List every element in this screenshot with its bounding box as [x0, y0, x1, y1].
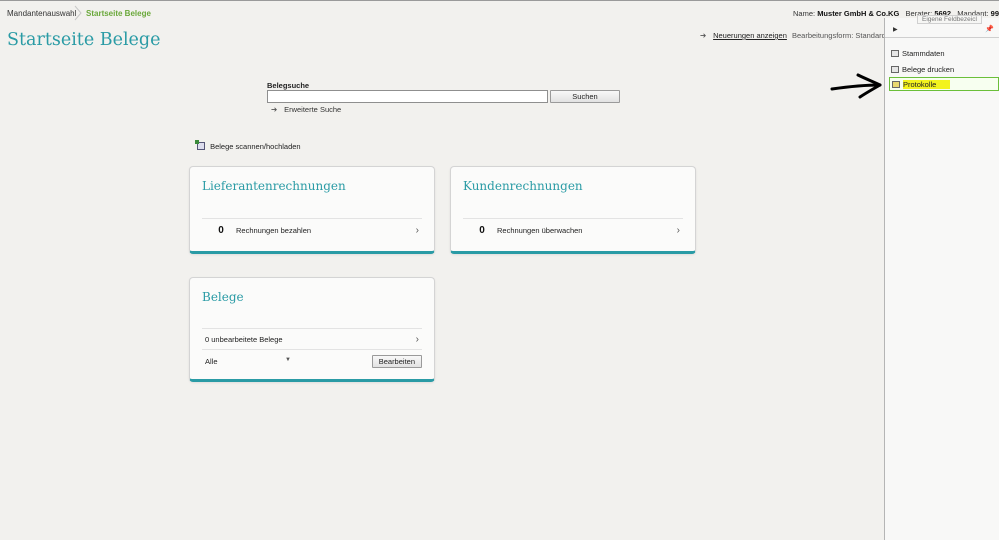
top-divider — [0, 0, 999, 1]
documents-card: Belege 0 unbearbeitete Belege › Alle ▼ B… — [189, 277, 435, 382]
scan-upload-label[interactable]: Belege scannen/hochladen — [210, 142, 301, 151]
client-name-label: Name: — [793, 9, 816, 18]
pay-invoices-label: Rechnungen bezahlen — [236, 225, 312, 235]
advanced-search-link[interactable]: ➔ Erweiterte Suche — [271, 105, 341, 114]
advanced-search-label[interactable]: Erweiterte Suche — [284, 105, 341, 114]
top-bar: Mandantenauswahl Startseite Belege Name:… — [0, 0, 999, 26]
chevron-right-icon: › — [415, 224, 419, 236]
hand-drawn-arrow-icon — [830, 73, 882, 99]
scan-upload-icon — [195, 140, 205, 150]
documents-filter-select[interactable]: Alle ▼ — [205, 357, 291, 366]
arrow-right-icon: ➔ — [271, 105, 278, 114]
pay-invoices-count: 0 — [218, 224, 224, 236]
edit-documents-button[interactable]: Bearbeiten — [371, 355, 422, 368]
supplier-invoices-card: Lieferantenrechnungen 0 Rechnungen bezah… — [189, 166, 435, 254]
right-sidebar: ▶ 📌 Stammdaten Belege drucken Protokolle — [884, 18, 999, 540]
breadcrumb-current: Startseite Belege — [86, 9, 151, 18]
search-button[interactable]: Suchen — [550, 90, 620, 103]
breadcrumb-root[interactable]: Mandantenauswahl — [7, 9, 76, 18]
unprocessed-documents-row[interactable]: 0 unbearbeitete Belege › — [202, 328, 422, 349]
client-number-value: 99999 — [990, 9, 999, 18]
customer-invoices-title: Kundenrechnungen — [463, 179, 583, 193]
triangle-right-icon[interactable]: ▶ — [893, 26, 898, 33]
arrow-right-icon: ➔ — [700, 31, 707, 40]
page-title: Startseite Belege — [7, 30, 161, 50]
edit-form-label: Bearbeitungsform: Standard — [792, 31, 886, 40]
sidebar-item-label: Protokolle — [903, 79, 951, 89]
customer-invoices-card: Kundenrechnungen 0 Rechnungen überwachen… — [450, 166, 696, 254]
monitor-invoices-count: 0 — [479, 224, 485, 236]
breadcrumb-separator-icon — [74, 5, 82, 21]
document-icon — [891, 49, 899, 57]
printer-icon — [891, 65, 899, 73]
documents-filter-row: Alle ▼ Bearbeiten — [202, 349, 422, 373]
sidebar-item-label: Stammdaten — [902, 48, 945, 58]
sidebar-item-stammdaten[interactable]: Stammdaten — [889, 46, 999, 60]
supplier-invoices-title: Lieferantenrechnungen — [202, 179, 346, 193]
documents-title: Belege — [202, 290, 244, 304]
dropdown-triangle-icon: ▼ — [285, 357, 291, 363]
pin-icon[interactable]: 📌 — [985, 25, 994, 33]
sidebar-item-protokolle[interactable]: Protokolle — [889, 77, 999, 91]
unprocessed-documents-label: 0 unbearbeitete Belege — [205, 334, 283, 344]
chevron-right-icon: › — [676, 224, 680, 236]
monitor-invoices-row[interactable]: 0 Rechnungen überwachen › — [463, 218, 683, 241]
news-link-label[interactable]: Neuerungen anzeigen — [713, 31, 787, 40]
chevron-right-icon: › — [415, 333, 419, 345]
search-label: Belegsuche — [267, 81, 310, 90]
log-icon — [892, 80, 900, 88]
scan-upload-link[interactable]: Belege scannen/hochladen — [195, 140, 301, 151]
monitor-invoices-label: Rechnungen überwachen — [497, 225, 583, 235]
sidebar-header: ▶ 📌 — [885, 24, 999, 38]
sidebar-item-belege-drucken[interactable]: Belege drucken — [889, 62, 999, 76]
sidebar-item-label: Belege drucken — [902, 64, 955, 74]
search-input[interactable] — [267, 90, 548, 103]
documents-filter-value: Alle — [205, 357, 218, 366]
news-link[interactable]: ➔ Neuerungen anzeigen — [700, 31, 787, 40]
pay-invoices-row[interactable]: 0 Rechnungen bezahlen › — [202, 218, 422, 241]
client-name-value: Muster GmbH & Co.KG — [817, 9, 900, 18]
field-label-tooltip: Eigene Feldbezeicl — [917, 15, 982, 24]
